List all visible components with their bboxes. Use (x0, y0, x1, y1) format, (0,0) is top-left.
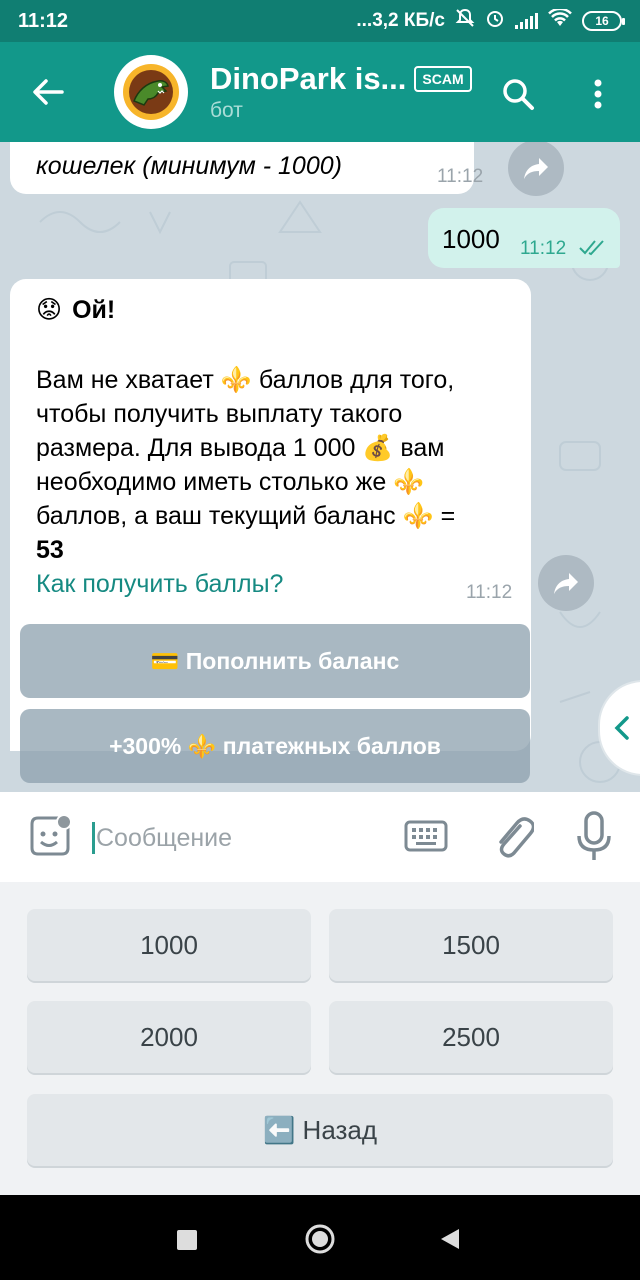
chat-title: DinoPark is... (210, 61, 407, 96)
message-input-bar (0, 792, 640, 882)
recents-button[interactable] (170, 1223, 204, 1257)
reply-keyboard: 1000 1500 2000 2500 ⬅️ Назад (0, 882, 640, 1195)
mute-icon (455, 8, 475, 34)
message-body: Вам не хватает ⚜️ баллов для того, чтобы… (36, 363, 455, 601)
wifi-icon (548, 7, 572, 33)
home-circle-icon (305, 1224, 335, 1254)
chat-header: DinoPark is... SCAM бот (0, 42, 640, 142)
microphone-icon (577, 811, 611, 860)
message-time: 11:12 (520, 238, 567, 259)
message-time: 11:12 (466, 582, 513, 603)
message-heading: 😟 Ой! (36, 295, 116, 325)
message-text: кошелек (минимум - 1000) (36, 152, 342, 180)
topup-balance-button[interactable]: 💳 Пополнить баланс (20, 624, 530, 698)
chat-area[interactable]: кошелек (минимум - 1000) 11:12 1000 11:1… (0, 142, 640, 792)
sticker-emoji-icon (30, 814, 72, 856)
amount-2500-button[interactable]: 2500 (329, 1001, 613, 1073)
scam-badge: SCAM (414, 66, 472, 92)
triangle-back-icon (441, 1229, 459, 1249)
back-keyboard-button[interactable]: ⬅️ Назад (27, 1094, 613, 1166)
body-line: необходимо иметь столько же ⚜️ (36, 468, 425, 496)
nav-back-button[interactable] (432, 1221, 468, 1257)
bot-keyboard-button[interactable] (404, 820, 448, 856)
battery-icon: 16 (582, 11, 625, 31)
message-time: 11:12 (437, 166, 484, 187)
more-vertical-icon (594, 79, 602, 109)
message-bubble-outgoing[interactable]: 1000 11:12 (428, 208, 620, 268)
forward-button[interactable] (508, 142, 564, 196)
alarm-icon (485, 8, 505, 34)
message-text: 1000 (442, 224, 500, 254)
bonus-points-button[interactable]: +300% ⚜️ платежных баллов (20, 709, 530, 783)
text-cursor (92, 822, 95, 854)
arrow-left-icon (33, 79, 64, 105)
body-line: размера. Для вывода 1 000 💰 вам (36, 434, 445, 462)
chat-subtitle: бот (210, 99, 243, 122)
attach-button[interactable] (490, 812, 536, 862)
amount-2000-button[interactable]: 2000 (27, 1001, 311, 1073)
body-line: чтобы получить выплату такого (36, 400, 403, 428)
help-link[interactable]: Как получить баллы? (36, 567, 455, 601)
chat-title-block[interactable]: DinoPark is... SCAM бот (210, 61, 472, 123)
share-arrow-icon (524, 158, 548, 179)
status-indicators: ...3,2 КБ/с 16 (356, 7, 625, 34)
worried-face-icon: 😟 (36, 296, 63, 324)
message-bubble-incoming[interactable]: кошелек (минимум - 1000) 11:12 (10, 142, 483, 194)
paperclip-icon (499, 817, 536, 858)
search-icon (503, 79, 534, 110)
home-button[interactable] (300, 1219, 340, 1259)
microphone-button[interactable] (574, 810, 614, 864)
body-line: Вам не хватает ⚜️ баллов для того, (36, 366, 455, 394)
square-icon (177, 1230, 197, 1250)
network-speed: ...3,2 КБ/с (356, 10, 445, 31)
share-arrow-icon (554, 573, 578, 594)
dinosaur-logo-icon (123, 64, 179, 120)
emoji-button[interactable] (26, 814, 72, 860)
avatar[interactable] (114, 55, 188, 129)
amount-1000-button[interactable]: 1000 (27, 909, 311, 981)
status-time: 11:12 (18, 9, 69, 32)
balance-value: 53 (36, 536, 64, 564)
signal-icon (515, 13, 538, 29)
status-bar: 11:12 ...3,2 КБ/с 16 (0, 0, 640, 42)
search-button[interactable] (496, 72, 540, 116)
double-check-icon (579, 240, 604, 256)
keyboard-icon (404, 820, 448, 852)
system-nav-bar (0, 1195, 640, 1280)
back-button[interactable] (18, 62, 78, 122)
forward-button[interactable] (538, 555, 594, 611)
more-menu-button[interactable] (578, 72, 618, 116)
amount-1500-button[interactable]: 1500 (329, 909, 613, 981)
message-input[interactable] (96, 818, 386, 858)
body-line: баллов, а ваш текущий баланс ⚜️ = (36, 502, 456, 530)
chevron-left-icon (614, 716, 629, 740)
